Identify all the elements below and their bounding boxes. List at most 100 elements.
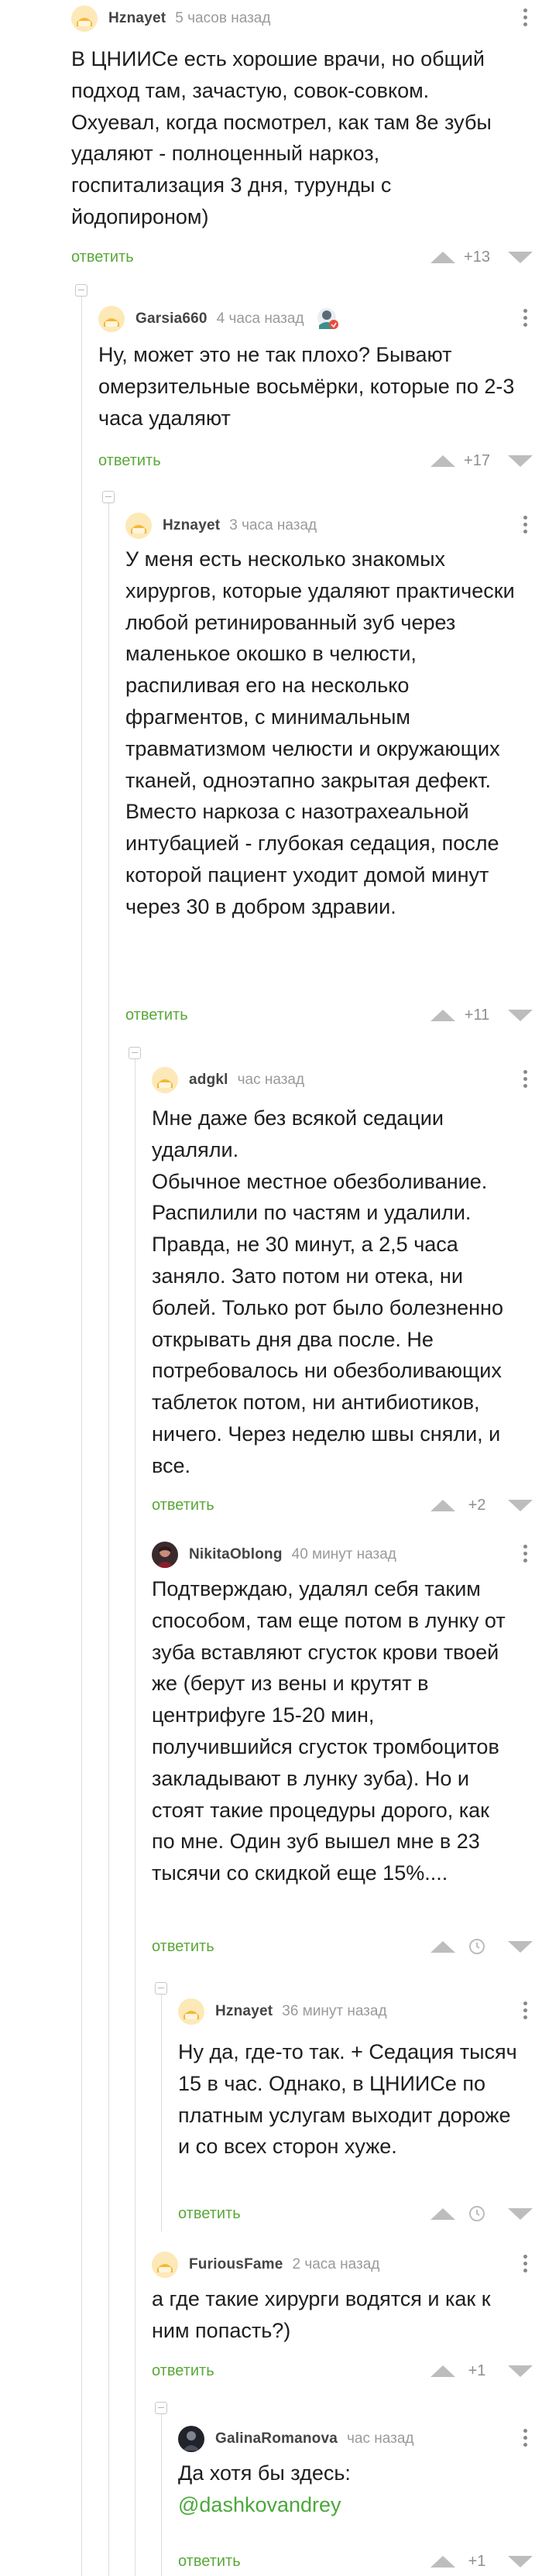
more-vertical-icon[interactable] — [522, 2252, 528, 2274]
comment-header: FuriousFame 2 часа назад — [152, 2249, 379, 2280]
comment-footer: ответить — [178, 2202, 533, 2225]
comment-time[interactable]: 36 минут назад — [282, 2003, 386, 2020]
reply-link[interactable]: ответить — [178, 2550, 241, 2573]
vote-panel: +17 — [431, 449, 533, 472]
comment-time[interactable]: 40 минут назад — [292, 1546, 396, 1563]
default-avatar[interactable] — [125, 513, 152, 539]
thread-line[interactable] — [81, 290, 82, 2576]
vote-up-icon[interactable] — [431, 1499, 455, 1511]
comment-1: Hznayet 5 часов назад В ЦНИИСе есть хоро… — [71, 3, 533, 266]
more-vertical-icon[interactable] — [522, 6, 528, 28]
reply-link[interactable]: ответить — [152, 1935, 214, 1958]
vote-down-icon[interactable] — [508, 1940, 533, 1953]
comment-score: +1 — [468, 2552, 486, 2570]
comment-footer: ответить — [152, 1935, 533, 1958]
comment-6: Hznayet 36 минут назад Ну да, где-то так… — [178, 1996, 533, 2228]
reply-link[interactable]: ответить — [178, 2202, 241, 2225]
vote-down-icon[interactable] — [508, 2365, 533, 2377]
vote-up-icon[interactable] — [431, 2207, 455, 2220]
comment-text: Да хотя бы здесь: @dashkovandrey — [178, 2461, 351, 2516]
reply-link[interactable]: ответить — [125, 1003, 188, 1027]
comment-footer: ответить +17 — [98, 449, 533, 472]
comment-author[interactable]: adgkl — [189, 1072, 228, 1089]
vote-panel — [431, 2202, 533, 2225]
comment-author[interactable]: Hznayet — [163, 517, 220, 534]
thread-line[interactable] — [161, 2408, 162, 2576]
comment-text: В ЦНИИСе есть хорошие врачи, но общий по… — [71, 47, 492, 228]
comment-author[interactable]: FuriousFame — [189, 2256, 283, 2273]
comment-5: NikitaOblong 40 минут назад Подтверждаю,… — [152, 1539, 533, 1973]
more-vertical-icon[interactable] — [522, 1542, 528, 1564]
vote-down-icon[interactable] — [508, 251, 533, 263]
collapse-thread-icon[interactable] — [102, 491, 115, 503]
vote-panel — [431, 1935, 533, 1958]
comment-header: Hznayet 3 часа назад — [125, 510, 317, 541]
comment-text: Подтверждаю, удалял себя таким способом,… — [152, 1577, 506, 1885]
more-vertical-icon[interactable] — [522, 1068, 528, 1089]
user-avatar[interactable] — [178, 2426, 204, 2452]
comment-3: Hznayet 3 часа назад У меня есть несколь… — [125, 510, 533, 1029]
vote-panel: +1 — [431, 2550, 533, 2573]
comment-header: Hznayet 36 минут назад — [178, 1996, 387, 2027]
comment-header: GalinaRomanova час назад — [178, 2423, 413, 2454]
default-avatar[interactable] — [98, 306, 125, 332]
user-mention-link[interactable]: @dashkovandrey — [178, 2493, 341, 2516]
comment-score: +17 — [464, 451, 490, 469]
collapse-thread-icon[interactable] — [129, 1047, 141, 1059]
more-vertical-icon[interactable] — [522, 307, 528, 328]
vote-down-icon[interactable] — [508, 1009, 533, 1021]
default-avatar[interactable] — [71, 5, 98, 32]
more-vertical-icon[interactable] — [522, 513, 528, 535]
comment-time[interactable]: 5 часов назад — [175, 10, 270, 27]
comment-score: +11 — [464, 1006, 490, 1024]
comment-author[interactable]: Hznayet — [215, 2003, 273, 2020]
vote-up-icon[interactable] — [431, 454, 455, 467]
comment-header: NikitaOblong 40 минут назад — [152, 1539, 396, 1570]
reply-link[interactable]: ответить — [71, 245, 134, 269]
comment-author[interactable]: NikitaOblong — [189, 1546, 283, 1563]
comment-footer: ответить +2 — [152, 1494, 533, 1517]
collapse-thread-icon[interactable] — [75, 284, 87, 297]
vote-up-icon[interactable] — [431, 1940, 455, 1953]
thread-line[interactable] — [108, 497, 109, 2576]
comment-footer: ответить +11 — [125, 1003, 533, 1027]
vote-up-icon[interactable] — [431, 251, 455, 263]
comment-footer: ответить +1 — [178, 2550, 533, 2573]
vote-panel: +11 — [431, 1003, 533, 1027]
more-vertical-icon[interactable] — [522, 1999, 528, 2021]
comment-time[interactable]: 4 часа назад — [217, 310, 304, 328]
award-badge-icon[interactable] — [314, 306, 340, 332]
comment-time[interactable]: 2 часа назад — [293, 2256, 380, 2273]
comment-time[interactable]: 3 часа назад — [229, 517, 317, 534]
vote-panel: +1 — [431, 2359, 533, 2382]
comment-author[interactable]: Hznayet — [108, 10, 166, 27]
thread-line[interactable] — [135, 1053, 136, 2576]
comment-8: GalinaRomanova час назад Да хотя бы здес… — [178, 2423, 533, 2576]
vote-down-icon[interactable] — [508, 2555, 533, 2567]
comment-time[interactable]: час назад — [347, 2430, 413, 2447]
comment-time[interactable]: час назад — [238, 1072, 304, 1089]
vote-up-icon[interactable] — [431, 1009, 455, 1021]
default-avatar[interactable] — [152, 1067, 178, 1093]
vote-up-icon[interactable] — [431, 2555, 455, 2567]
comment-author[interactable]: Garsia660 — [136, 310, 208, 328]
reply-link[interactable]: ответить — [152, 1494, 214, 1517]
default-avatar[interactable] — [178, 1998, 204, 2025]
user-avatar[interactable] — [152, 1542, 178, 1568]
vote-down-icon[interactable] — [508, 1499, 533, 1511]
thread-line[interactable] — [161, 1988, 162, 2231]
collapse-thread-icon[interactable] — [155, 2402, 167, 2414]
vote-up-icon[interactable] — [431, 2365, 455, 2377]
comment-text: Мне даже без всякой седации удаляли. Обы… — [152, 1106, 503, 1477]
collapse-thread-icon[interactable] — [155, 1982, 167, 1995]
comment-header: Garsia660 4 часа назад — [98, 304, 340, 334]
vote-down-icon[interactable] — [508, 2207, 533, 2220]
vote-down-icon[interactable] — [508, 454, 533, 467]
comment-text: У меня есть несколько знакомых хирургов,… — [125, 547, 515, 918]
reply-link[interactable]: ответить — [152, 2359, 214, 2382]
more-vertical-icon[interactable] — [522, 2427, 528, 2448]
reply-link[interactable]: ответить — [98, 449, 161, 472]
comment-author[interactable]: GalinaRomanova — [215, 2430, 338, 2447]
default-avatar[interactable] — [152, 2252, 178, 2278]
comment-text: Ну, может это не так плохо? Бывают омерз… — [98, 343, 515, 430]
